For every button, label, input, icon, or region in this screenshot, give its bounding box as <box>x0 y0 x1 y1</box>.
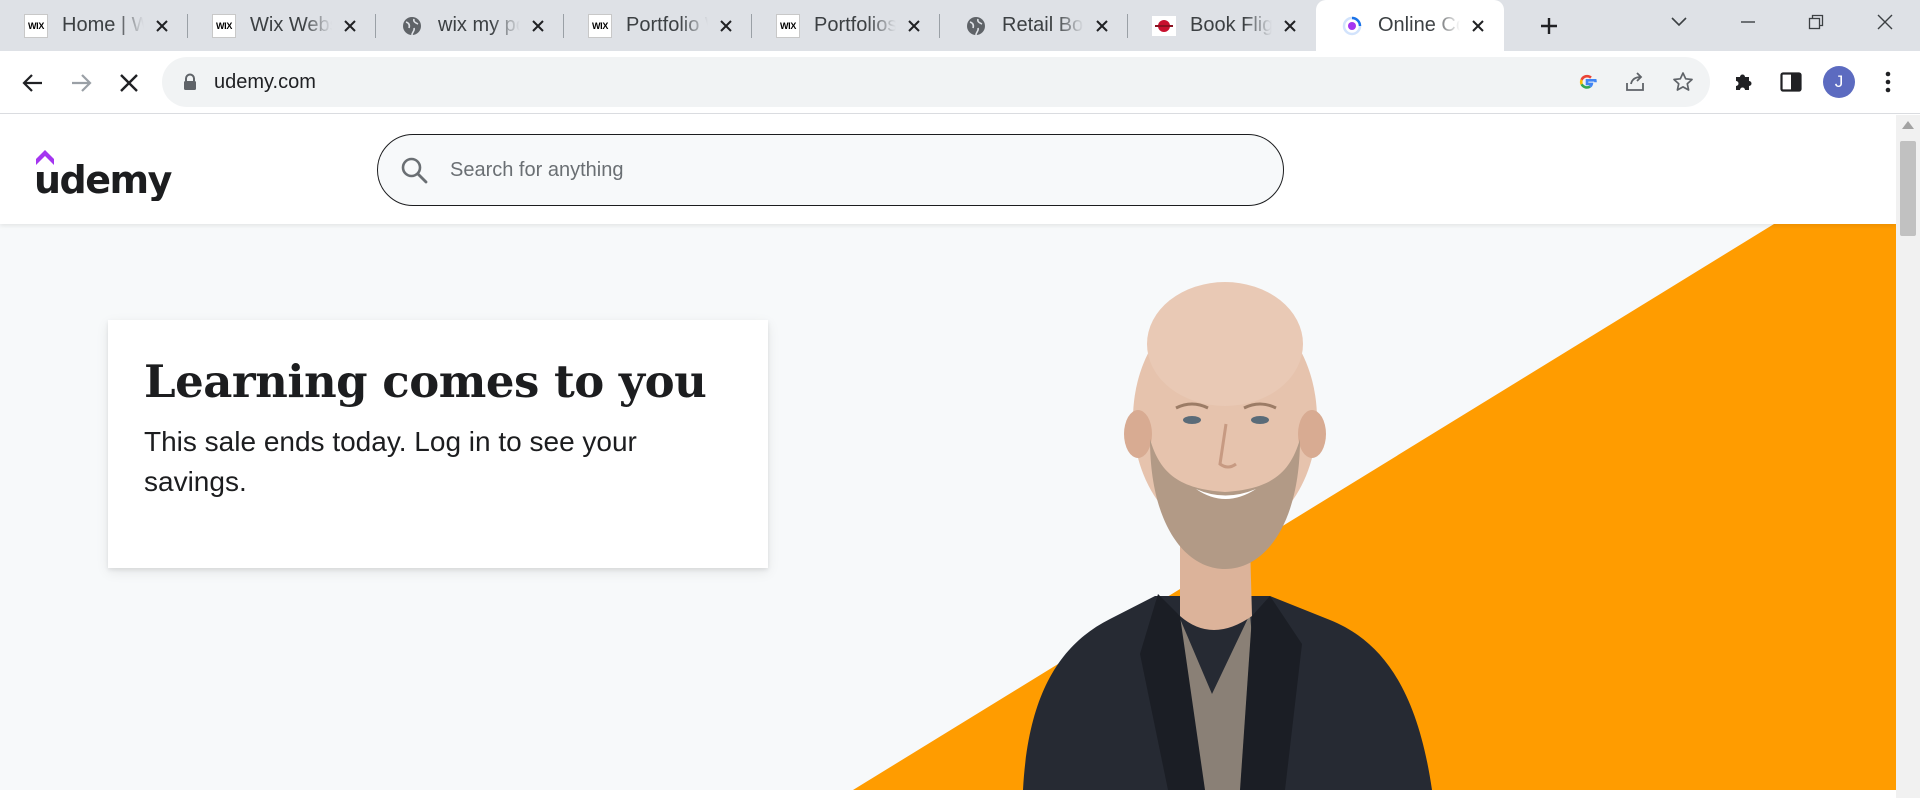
minimize-button[interactable] <box>1720 0 1776 44</box>
tab-close-icon[interactable] <box>1280 16 1300 36</box>
browser-tab[interactable]: WIX Portfolio Website <box>564 0 752 51</box>
page-bottom-strip <box>0 790 1896 798</box>
tab-close-icon[interactable] <box>1092 16 1112 36</box>
browser-toolbar: udemy.com J <box>0 51 1920 114</box>
browser-tab[interactable]: Book Flights <box>1128 0 1316 51</box>
site-header: udemy <box>0 115 1896 224</box>
tab-search-button[interactable] <box>1651 0 1707 44</box>
udemy-logo[interactable]: udemy <box>34 145 174 202</box>
avatar[interactable]: J <box>1823 66 1855 98</box>
share-icon[interactable] <box>1623 70 1647 94</box>
hero-subtitle: This sale ends today. Log in to see your… <box>144 425 637 497</box>
side-panel-button[interactable] <box>1775 66 1807 98</box>
wix-icon: WIX <box>24 13 48 38</box>
arrow-left-icon <box>22 74 42 92</box>
tab-strip: WIX Home | Wix WIX Wix Website wix my portfo… <box>0 0 1920 51</box>
browser-tab[interactable]: Online Courses <box>1316 0 1504 51</box>
browser-tab[interactable]: Retail Box Packaging <box>940 0 1128 51</box>
close-icon <box>1877 14 1893 30</box>
globe-icon <box>400 14 424 38</box>
bookmark-star-icon[interactable] <box>1671 70 1695 94</box>
tab-close-icon[interactable] <box>1468 16 1488 36</box>
lock-icon[interactable] <box>180 72 200 92</box>
airline-icon <box>1152 14 1176 38</box>
arrow-right-icon <box>72 74 92 92</box>
tab-title[interactable]: Online Courses <box>1378 14 1460 37</box>
wix-icon: WIX <box>776 13 800 38</box>
forward-button[interactable] <box>63 65 99 101</box>
search-input[interactable] <box>450 158 1230 182</box>
new-tab-button[interactable] <box>1533 10 1565 42</box>
window-close-button[interactable] <box>1857 0 1913 44</box>
page-viewport: udemy Search for anything Learning comes… <box>0 115 1896 798</box>
address-bar[interactable]: udemy.com <box>162 57 1710 107</box>
tab-title[interactable]: Portfolios Website <box>814 14 896 37</box>
tab-title[interactable]: Home | Wix <box>62 14 144 37</box>
tab-title[interactable]: Retail Box Packaging <box>1002 14 1084 37</box>
chevron-down-icon <box>1671 17 1687 27</box>
restore-icon <box>1808 14 1824 30</box>
tab-close-icon[interactable] <box>904 16 924 36</box>
scroll-up-arrow-icon[interactable] <box>1902 121 1914 129</box>
tab-title[interactable]: wix my portfolio <box>438 14 520 37</box>
hero-banner: Learning comes to you This sale ends tod… <box>0 224 1896 790</box>
puzzle-icon <box>1736 74 1752 90</box>
restore-button[interactable] <box>1788 0 1844 44</box>
back-button[interactable] <box>15 65 51 101</box>
hero-title: Learning comes to you <box>144 355 707 408</box>
tab-close-icon[interactable] <box>152 16 172 36</box>
stop-loading-button[interactable] <box>111 65 147 101</box>
tab-title[interactable]: Portfolio Website <box>626 14 708 37</box>
browser-tab[interactable]: WIX Home | Wix <box>0 0 188 51</box>
more-vertical-icon <box>1885 71 1891 93</box>
profile-button[interactable]: J <box>1823 66 1855 98</box>
tab-title[interactable]: Book Flights <box>1190 14 1272 37</box>
globe-icon <box>964 14 988 38</box>
browser-tab[interactable]: WIX Portfolios Website <box>752 0 940 51</box>
wix-icon: WIX <box>588 13 612 38</box>
promo-card: Learning comes to you This sale ends tod… <box>108 320 768 568</box>
close-icon <box>120 74 138 92</box>
side-panel-icon <box>1780 72 1802 92</box>
address-url[interactable]: udemy.com <box>214 71 316 94</box>
browser-tab[interactable]: wix my portfolio <box>376 0 564 51</box>
search-icon[interactable] <box>398 154 430 186</box>
logo-text: udemy <box>34 158 173 201</box>
browser-tab[interactable]: WIX Wix Website <box>188 0 376 51</box>
tab-close-icon[interactable] <box>716 16 736 36</box>
page-scrollbar[interactable] <box>1896 115 1920 798</box>
minimize-icon <box>1741 21 1755 23</box>
scroll-thumb[interactable] <box>1900 141 1916 236</box>
extensions-button[interactable] <box>1727 66 1759 98</box>
search-bar[interactable] <box>377 134 1284 206</box>
tab-close-icon[interactable] <box>340 16 360 36</box>
browser-menu-button[interactable] <box>1872 66 1904 98</box>
google-lens-icon[interactable] <box>1575 70 1599 94</box>
wix-icon: WIX <box>212 13 236 38</box>
loading-spinner-icon <box>1340 14 1364 38</box>
plus-icon <box>1541 18 1557 34</box>
tab-close-icon[interactable] <box>528 16 548 36</box>
tab-title[interactable]: Wix Website <box>250 14 332 37</box>
